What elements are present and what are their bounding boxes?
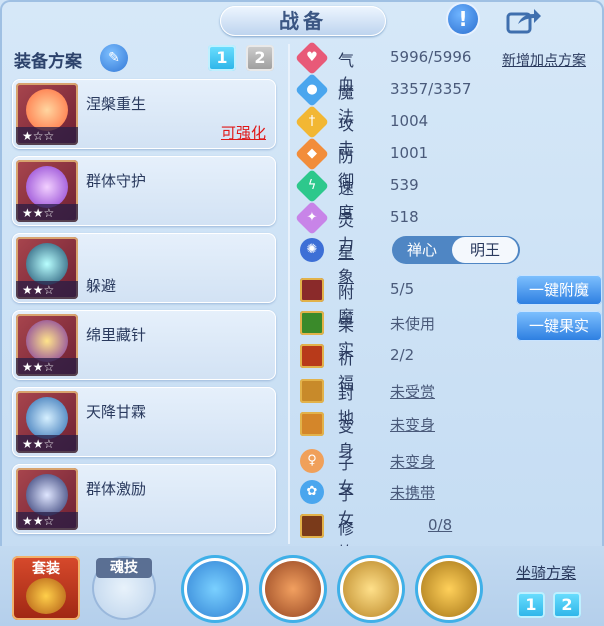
popsicle-icon <box>26 89 68 131</box>
equipment-slot-3[interactable]: ★★☆ 躲避 <box>12 233 276 303</box>
stat-value: 1004 <box>390 112 429 130</box>
cultivation-icon <box>300 514 324 538</box>
mount-4-icon[interactable] <box>418 558 480 620</box>
feature-value[interactable]: 0/8 <box>428 516 452 534</box>
staff-icon <box>26 166 68 208</box>
equipment-slot-1[interactable]: ★☆☆ 涅槃重生 可强化 <box>12 79 276 149</box>
feature-value: 未使用 <box>390 315 436 333</box>
enhance-link[interactable]: 可强化 <box>221 122 266 143</box>
equipment-name: 群体激励 <box>86 480 147 498</box>
equipment-slot-2[interactable]: ★★☆ 群体守护 <box>12 156 276 226</box>
boots-icon <box>26 474 68 516</box>
panel-divider <box>288 44 290 544</box>
stat-value: 518 <box>390 208 419 226</box>
necklace-icon <box>26 320 68 362</box>
stat-value: 1001 <box>390 144 429 162</box>
feature-value: 5/5 <box>390 280 415 298</box>
cauldron-icon <box>26 578 66 614</box>
mount-2-icon[interactable] <box>262 558 324 620</box>
equipment-icon: ★★☆ <box>16 160 78 222</box>
mount-plan-2-button[interactable]: 2 <box>553 592 581 618</box>
suit-button[interactable]: 套装 <box>12 556 80 620</box>
equipment-name: 涅槃重生 <box>86 95 147 113</box>
sword-icon: † <box>295 105 329 139</box>
heart-icon: ♥ <box>295 41 329 75</box>
feature-value[interactable]: 未变身 <box>390 451 435 472</box>
stat-value: 5996/5996 <box>390 48 472 66</box>
add-points-plan-link[interactable]: 新增加点方案 <box>502 50 586 70</box>
share-icon <box>506 9 541 34</box>
feature-value[interactable]: 未携带 <box>390 482 435 503</box>
panel-title: 战备 <box>220 6 386 36</box>
equipment-icon: ★★☆ <box>16 391 78 453</box>
pencil-icon: ✎ <box>108 50 120 66</box>
equipment-plan-1-button[interactable]: 1 <box>208 45 236 71</box>
spirit-icon: ✦ <box>295 201 329 235</box>
enchant-icon <box>300 278 324 302</box>
equipment-name: 群体守护 <box>86 172 147 190</box>
suit-label: 套装 <box>32 561 60 577</box>
equipment-icon: ★★☆ <box>16 237 78 299</box>
star-sign-toggle[interactable]: 禅心 明王 <box>392 236 520 264</box>
fief-icon <box>300 379 324 403</box>
stat-value: 539 <box>390 176 419 194</box>
soul-skill-button[interactable]: 魂技 <box>92 556 156 620</box>
stat-value: 3357/3357 <box>390 80 472 98</box>
one-click-fruit-button[interactable]: 一键果实 <box>516 311 602 341</box>
share-button[interactable] <box>506 6 542 34</box>
equipment-slot-6[interactable]: ★★☆ 群体激励 <box>12 464 276 534</box>
mount-1-icon[interactable] <box>184 558 246 620</box>
transform-icon <box>300 412 324 436</box>
soul-skill-label: 魂技 <box>96 558 152 578</box>
one-click-enchant-button[interactable]: 一键附魔 <box>516 275 602 305</box>
equipment-icon: ★☆☆ <box>16 83 78 145</box>
equipment-plan-2-button[interactable]: 2 <box>246 45 274 71</box>
bolt-icon: ϟ <box>295 169 329 203</box>
feature-value[interactable]: 未变身 <box>390 414 435 435</box>
belt-icon <box>26 397 68 439</box>
edit-plan-button[interactable]: ✎ <box>100 44 128 72</box>
equipment-name: 躲避 <box>86 277 117 295</box>
shield-icon: ◆ <box>295 137 329 171</box>
star-sign-option-chanxin[interactable]: 禅心 <box>392 236 452 264</box>
star-rating: ★★☆ <box>16 204 78 222</box>
equipment-name: 天降甘霖 <box>86 403 147 421</box>
exclamation-icon: ! <box>458 7 468 31</box>
feature-value: 2/2 <box>390 346 415 364</box>
mount-3-icon[interactable] <box>340 558 402 620</box>
star-sign-icon: ✺ <box>300 238 324 262</box>
equipment-icon: ★★☆ <box>16 314 78 376</box>
equipment-name: 绵里藏针 <box>86 326 147 344</box>
star-sign-option-mingwang[interactable]: 明王 <box>452 237 518 263</box>
equipment-slot-5[interactable]: ★★☆ 天降甘霖 <box>12 387 276 457</box>
star-rating: ★★☆ <box>16 512 78 530</box>
blessing-icon <box>300 344 324 368</box>
mount-plan-1-button[interactable]: 1 <box>517 592 545 618</box>
armor-icon <box>26 243 68 285</box>
child-icon: ♀ <box>300 449 324 473</box>
star-rating: ★★☆ <box>16 281 78 299</box>
help-button[interactable]: ! <box>448 4 478 34</box>
star-rating: ★★☆ <box>16 358 78 376</box>
equipment-icon: ★★☆ <box>16 468 78 530</box>
equipment-plan-title: 装备方案 <box>14 52 82 72</box>
equipment-slot-4[interactable]: ★★☆ 绵里藏针 <box>12 310 276 380</box>
fruit-icon <box>300 311 324 335</box>
paw-icon: ✿ <box>300 480 324 504</box>
drop-icon: ● <box>295 73 329 107</box>
star-rating: ★★☆ <box>16 435 78 453</box>
star-rating: ★☆☆ <box>16 127 78 145</box>
mount-plan-title[interactable]: 坐骑方案 <box>516 562 576 583</box>
feature-value[interactable]: 未受赏 <box>390 381 435 402</box>
